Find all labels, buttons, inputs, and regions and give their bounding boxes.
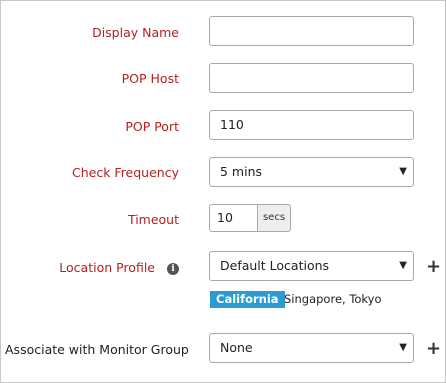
monitor-group-value: None	[220, 340, 253, 355]
caret-down-icon: ▼	[399, 166, 407, 177]
check-frequency-label: Check Frequency	[71, 165, 179, 180]
location-tag-california: California	[210, 291, 285, 308]
timeout-unit: secs	[257, 204, 291, 232]
location-profile-label: Location Profile	[59, 260, 155, 275]
check-frequency-select[interactable]: 5 mins ▼	[209, 157, 414, 187]
timeout-input[interactable]: 10	[209, 204, 257, 232]
monitor-group-select[interactable]: None ▼	[209, 333, 414, 363]
timeout-label: Timeout	[127, 212, 179, 227]
check-frequency-value: 5 mins	[220, 164, 263, 179]
monitor-form: Display Name POP Host POP Port 110 Check…	[0, 0, 446, 383]
location-profile-value: Default Locations	[220, 258, 330, 273]
pop-port-input[interactable]: 110	[209, 110, 414, 140]
location-profile-select[interactable]: Default Locations ▼	[209, 251, 414, 281]
display-name-input[interactable]	[209, 16, 414, 46]
pop-port-label: POP Port	[125, 119, 179, 134]
pop-host-label: POP Host	[121, 71, 179, 86]
pop-host-input[interactable]	[209, 63, 414, 93]
location-list: Singapore, Tokyo	[284, 292, 382, 306]
monitor-group-label: Associate with Monitor Group	[5, 342, 189, 357]
caret-down-icon: ▼	[399, 342, 407, 353]
info-icon[interactable]: i	[167, 263, 179, 275]
display-name-label: Display Name	[92, 25, 179, 40]
add-monitor-group-icon[interactable]: +	[426, 340, 441, 358]
add-location-profile-icon[interactable]: +	[426, 258, 441, 276]
caret-down-icon: ▼	[399, 260, 407, 271]
